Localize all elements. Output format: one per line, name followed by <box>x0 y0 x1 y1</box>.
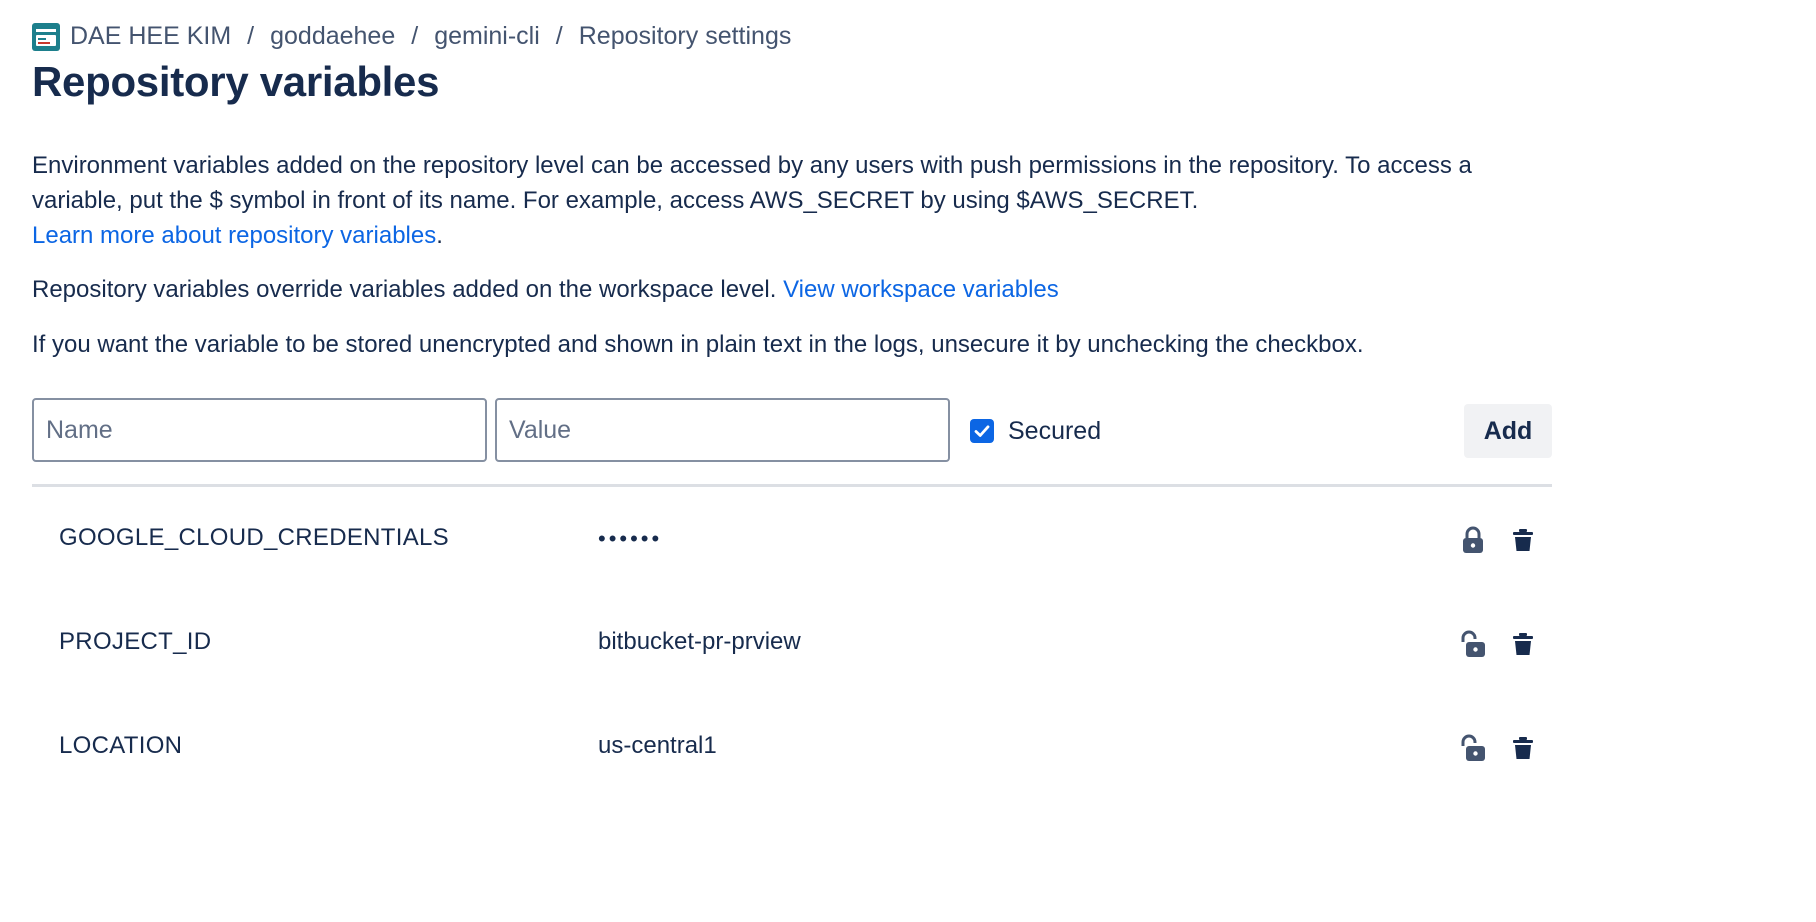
description-paragraph: Environment variables added on the repos… <box>32 148 1552 253</box>
breadcrumb-separator: / <box>555 22 563 50</box>
variable-name-input[interactable] <box>32 398 487 462</box>
learn-more-link[interactable]: Learn more about repository variables <box>32 222 436 249</box>
variable-value: bitbucket-pr-prview <box>598 628 801 655</box>
variable-value: us-central1 <box>598 732 717 759</box>
breadcrumb-repository[interactable]: gemini-cli <box>434 22 540 51</box>
trash-icon[interactable] <box>1512 632 1534 656</box>
trash-icon[interactable] <box>1512 528 1534 552</box>
variable-name: GOOGLE_CLOUD_CREDENTIALS <box>59 524 449 551</box>
secured-checkbox-label[interactable]: Secured <box>970 398 1101 464</box>
unlocked-icon[interactable] <box>1460 734 1486 762</box>
variable-value-input[interactable] <box>495 398 950 462</box>
checkmark-icon <box>974 425 990 437</box>
view-workspace-variables-link[interactable]: View workspace variables <box>783 276 1059 303</box>
add-variable-form: Secured Add <box>32 398 1552 466</box>
secured-checkbox[interactable] <box>970 419 994 443</box>
secured-note: If you want the variable to be stored un… <box>32 331 1364 358</box>
variable-name: PROJECT_ID <box>59 628 212 655</box>
breadcrumb-project[interactable]: goddaehee <box>270 22 395 51</box>
variable-row: LOCATION us-central1 <box>32 696 1552 800</box>
variable-row: GOOGLE_CLOUD_CREDENTIALS •••••• <box>32 488 1552 592</box>
page-title: Repository variables <box>32 58 440 105</box>
repository-avatar-icon[interactable] <box>32 22 60 51</box>
variable-row: PROJECT_ID bitbucket-pr-prview <box>32 592 1552 696</box>
breadcrumb-separator: / <box>247 22 255 50</box>
breadcrumb: DAE HEE KIM / goddaehee / gemini-cli / R… <box>32 22 791 51</box>
lock-icon[interactable] <box>1460 526 1486 554</box>
variables-list: GOOGLE_CLOUD_CREDENTIALS •••••• PROJECT_… <box>32 488 1552 800</box>
description-text: Environment variables added on the repos… <box>32 152 1472 214</box>
override-note-text: Repository variables override variables … <box>32 276 777 303</box>
add-variable-button[interactable]: Add <box>1464 404 1552 458</box>
unlocked-icon[interactable] <box>1460 630 1486 658</box>
secured-label: Secured <box>1008 416 1102 445</box>
breadcrumb-repository-settings[interactable]: Repository settings <box>579 22 792 51</box>
description: Environment variables added on the repos… <box>32 148 1552 253</box>
breadcrumb-separator: / <box>411 22 419 50</box>
override-note: Repository variables override variables … <box>32 272 1059 307</box>
breadcrumb-workspace[interactable]: DAE HEE KIM <box>70 22 231 51</box>
variable-value: •••••• <box>598 526 663 551</box>
trash-icon[interactable] <box>1512 736 1534 760</box>
variable-name: LOCATION <box>59 732 183 759</box>
learn-more-suffix: . <box>436 222 443 249</box>
divider <box>32 484 1552 487</box>
